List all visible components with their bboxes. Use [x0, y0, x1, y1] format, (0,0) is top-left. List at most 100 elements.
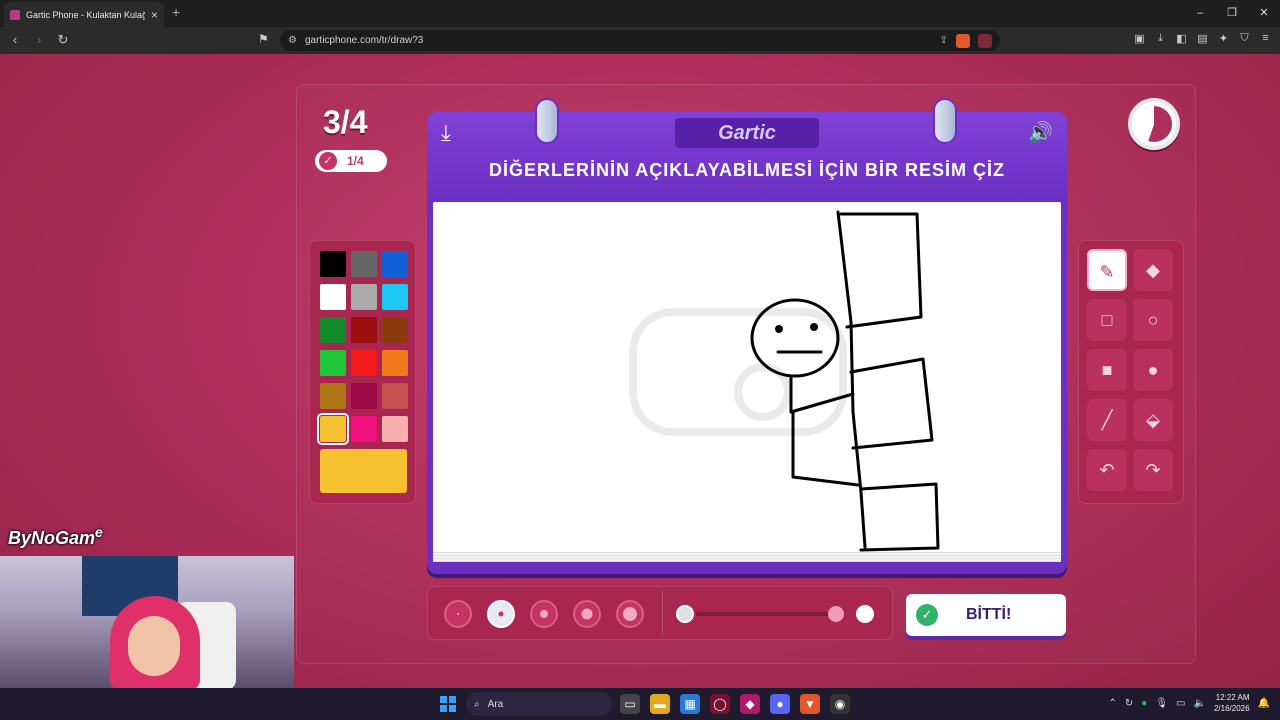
bookmark-icon[interactable]: ⚑ [258, 32, 269, 46]
color-swatch[interactable] [382, 284, 408, 310]
brave-rewards-icon[interactable] [978, 33, 992, 48]
pencil-icon[interactable]: ✎ [1087, 249, 1127, 291]
sidebar-icon[interactable]: ◧ [1175, 32, 1188, 45]
file-explorer-icon[interactable]: ▬ [650, 694, 670, 714]
reload-icon[interactable]: ↻ [56, 32, 70, 48]
webcam-overlay [0, 556, 294, 688]
color-swatch[interactable] [351, 350, 377, 376]
color-swatch[interactable] [382, 350, 408, 376]
download-icon[interactable]: ⤓ [441, 120, 451, 146]
browser-right-icons: ▣ ⤓ ◧ ▤ ✦ ⛉ ≡ [1133, 32, 1272, 45]
drawing-strokes [629, 210, 940, 552]
vpn-icon[interactable]: ⛉ [1238, 32, 1251, 45]
slider-min-knob[interactable] [676, 605, 694, 623]
new-tab-button[interactable]: + [172, 4, 180, 20]
screenshot-icon[interactable]: ▣ [1133, 32, 1146, 45]
search-icon: ⌕ [474, 698, 480, 710]
brush-size-5[interactable] [616, 600, 644, 628]
done-button[interactable]: ✓ BİTTİ! [906, 594, 1066, 636]
tray-sync-icon[interactable]: ↻ [1125, 698, 1133, 709]
color-swatch[interactable] [351, 251, 377, 277]
square-filled-icon[interactable]: ■ [1087, 349, 1127, 391]
leo-ai-icon[interactable]: ✦ [1217, 32, 1230, 45]
app-icon[interactable]: ◆ [740, 694, 760, 714]
volume-icon[interactable]: 🔊 [1028, 120, 1053, 145]
color-swatch[interactable] [320, 284, 346, 310]
opacity-slider[interactable] [676, 605, 882, 623]
current-color-swatch [320, 449, 407, 493]
maximize-button[interactable]: ❐ [1216, 0, 1248, 27]
color-swatch[interactable] [320, 317, 346, 343]
brush-size-4[interactable] [573, 600, 601, 628]
taskbar-search[interactable]: ⌕ Ara [466, 692, 612, 716]
browser-tab[interactable]: Gartic Phone - Kulaktan Kulağa × [4, 2, 164, 27]
store-icon[interactable]: ▦ [680, 694, 700, 714]
prompt-text: DİĞERLERİNİN AÇIKLAYABİLMESİ İÇİN BİR RE… [488, 160, 1006, 180]
tray-status-icon[interactable]: ● [1141, 698, 1147, 709]
square-outline-icon[interactable]: □ [1087, 299, 1127, 341]
color-swatch[interactable] [320, 251, 346, 277]
taskbar: ⌕ Ara ▭ ▬ ▦ ◯ ◆ ● ▼ ◉ ⌃ ↻ ● 🎙 ▭ 🔈 12:22 … [0, 688, 1280, 720]
network-icon[interactable]: ▭ [1176, 698, 1185, 709]
circle-outline-icon[interactable]: ○ [1133, 299, 1173, 341]
site-info-icon[interactable]: ⚙ [288, 35, 297, 46]
close-window-button[interactable]: ✕ [1248, 0, 1280, 27]
volume-tray-icon[interactable]: 🔈 [1194, 698, 1206, 709]
drawing-canvas[interactable] [433, 202, 1061, 562]
address-bar[interactable]: ⚙ garticphone.com/tr/draw?3 ⇪ [280, 30, 1000, 51]
color-swatch[interactable] [351, 317, 377, 343]
tab-favicon-icon [10, 9, 20, 20]
undo-icon[interactable]: ↶ [1087, 449, 1127, 491]
tower-block-bottom [859, 482, 940, 552]
eraser-icon[interactable]: ◆ [1133, 249, 1173, 291]
color-swatch[interactable] [351, 416, 377, 442]
color-swatch[interactable] [320, 350, 346, 376]
forward-icon[interactable]: › [32, 32, 46, 48]
back-icon[interactable]: ‹ [8, 32, 22, 48]
notification-icon[interactable]: 🔔 [1258, 698, 1270, 709]
slider-max-knob[interactable] [856, 605, 874, 623]
download-icon[interactable]: ⤓ [1154, 32, 1167, 45]
brush-size-3[interactable] [530, 600, 558, 628]
color-swatch[interactable] [351, 284, 377, 310]
tab-close-icon[interactable]: × [151, 8, 158, 22]
color-swatch[interactable] [382, 251, 408, 277]
paper-stack [433, 552, 1061, 562]
brave-shield-icon[interactable] [956, 33, 970, 48]
wallet-icon[interactable]: ▤ [1196, 32, 1209, 45]
round-indicator: 3/4 [323, 104, 368, 140]
app-ring-icon[interactable]: ◯ [710, 694, 730, 714]
streamer-brand: ByNoGame [8, 524, 103, 549]
timer-icon [1128, 98, 1180, 150]
slider-handle[interactable] [828, 606, 844, 622]
share-icon[interactable]: ⇪ [940, 35, 948, 46]
task-view-icon[interactable]: ▭ [620, 694, 640, 714]
left-eye [775, 325, 783, 333]
color-swatch[interactable] [320, 383, 346, 409]
circle-filled-icon[interactable]: ● [1133, 349, 1173, 391]
line-icon[interactable]: ╱ [1087, 399, 1127, 441]
discord-icon[interactable]: ● [770, 694, 790, 714]
fill-bucket-icon[interactable]: ⬙ [1133, 399, 1173, 441]
game-stage: 3/4 ✓ 1/4 ⤓ Gartic 🔊 DİĞERLERİNİN AÇIKLA… [0, 54, 1280, 688]
menu-icon[interactable]: ≡ [1259, 32, 1272, 45]
brush-size-2[interactable] [487, 600, 515, 628]
start-icon[interactable] [440, 696, 456, 712]
color-swatch[interactable] [382, 317, 408, 343]
redo-icon[interactable]: ↷ [1133, 449, 1173, 491]
check-circle-icon: ✓ [916, 604, 938, 626]
clock[interactable]: 12:22 AM 2/16/2026 [1214, 692, 1250, 714]
color-swatch[interactable] [351, 383, 377, 409]
browser-tab-bar: Gartic Phone - Kulaktan Kulağa × + – ❐ ✕ [0, 0, 1280, 27]
obs-icon[interactable]: ◉ [830, 694, 850, 714]
color-swatch[interactable] [382, 383, 408, 409]
brush-size-1[interactable] [444, 600, 472, 628]
minimize-button[interactable]: – [1184, 0, 1216, 27]
brave-icon[interactable]: ▼ [800, 694, 820, 714]
url-text[interactable]: garticphone.com/tr/draw?3 [305, 35, 932, 46]
color-swatch[interactable] [382, 416, 408, 442]
tray-chevron-icon[interactable]: ⌃ [1109, 698, 1117, 709]
mic-icon[interactable]: 🎙 [1155, 698, 1168, 709]
brand-text: ByNoGam [8, 528, 96, 548]
color-swatch[interactable] [317, 413, 349, 445]
